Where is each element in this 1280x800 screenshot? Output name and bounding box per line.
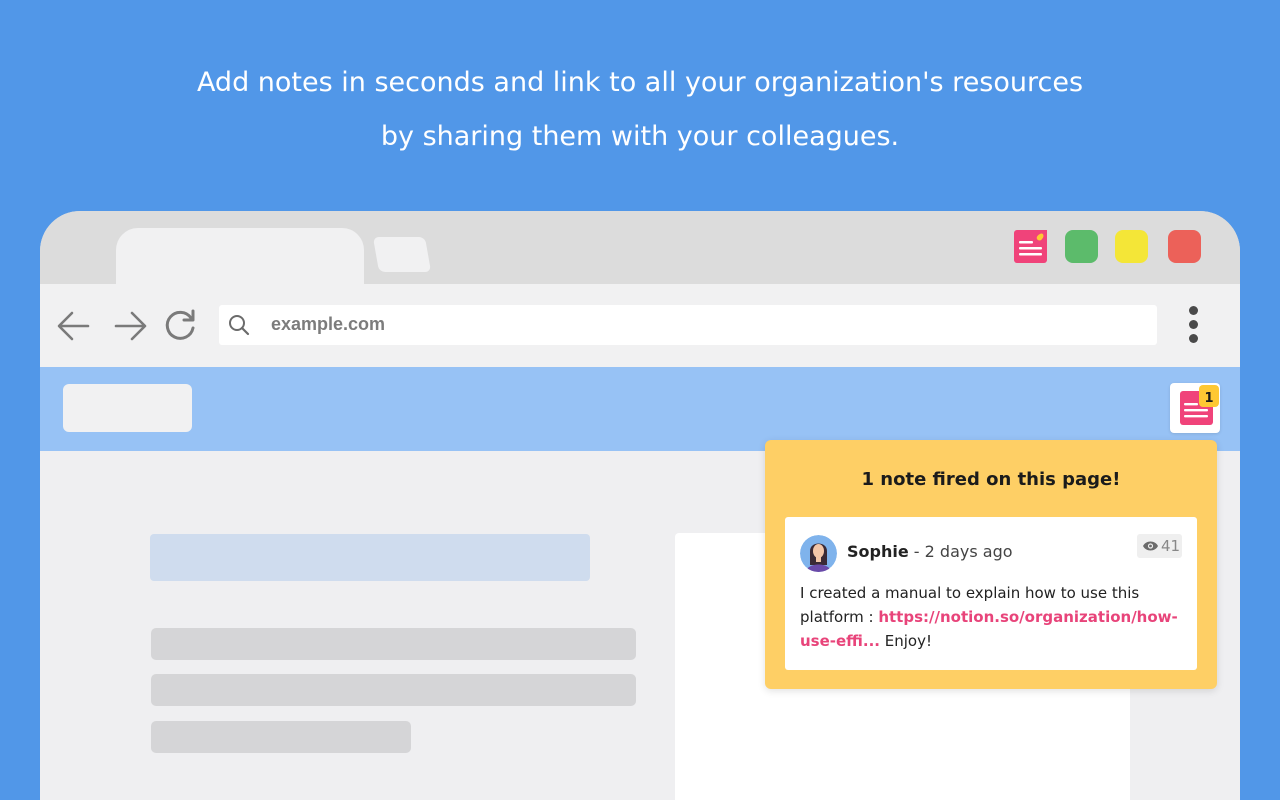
yellow-extension-icon[interactable]	[1115, 230, 1148, 263]
text-placeholder	[151, 721, 411, 753]
note-author-line: Sophie - 2 days ago	[847, 542, 1013, 561]
headline-line-2: by sharing them with your colleagues.	[380, 121, 900, 152]
note-body: I created a manual to explain how to use…	[800, 581, 1190, 653]
views-badge: 41	[1137, 534, 1182, 558]
page-header: 1	[40, 367, 1240, 451]
logo-placeholder	[63, 384, 192, 432]
url-text: example.com	[271, 314, 386, 334]
text-placeholder	[151, 628, 636, 660]
reload-icon[interactable]	[160, 306, 200, 346]
address-bar[interactable]: example.com	[219, 305, 1157, 345]
popup-title: 1 note fired on this page!	[861, 469, 1121, 490]
note-author: Sophie	[847, 542, 909, 561]
note-time: - 2 days ago	[908, 542, 1013, 561]
notes-extension-icon[interactable]	[1014, 230, 1047, 263]
views-count: 41	[1161, 537, 1181, 555]
forward-arrow-icon[interactable]	[110, 306, 150, 346]
note-card[interactable]: Sophie - 2 days ago 41 I created a manua…	[785, 517, 1197, 670]
notes-popup: 1 note fired on this page! Sophie - 2 da…	[765, 440, 1217, 689]
red-extension-icon[interactable]	[1168, 230, 1201, 263]
green-extension-icon[interactable]	[1065, 230, 1098, 263]
notes-count-badge: 1	[1204, 391, 1213, 406]
more-menu-icon[interactable]	[1182, 304, 1206, 346]
tab-strip	[40, 211, 1240, 288]
page-notes-button[interactable]: 1	[1170, 383, 1220, 433]
browser-toolbar: example.com	[40, 284, 1240, 367]
tab-active[interactable]	[116, 228, 364, 288]
eye-icon	[1143, 541, 1158, 551]
title-placeholder	[150, 534, 590, 581]
headline: Add notes in seconds and link to all you…	[0, 56, 1280, 164]
headline-line-1: Add notes in seconds and link to all you…	[196, 67, 1084, 98]
text-placeholder	[151, 674, 636, 706]
tab-new[interactable]	[372, 237, 432, 272]
search-icon	[228, 314, 250, 336]
back-arrow-icon[interactable]	[54, 306, 94, 346]
note-body-suffix: Enjoy!	[880, 632, 933, 650]
avatar	[800, 535, 837, 572]
